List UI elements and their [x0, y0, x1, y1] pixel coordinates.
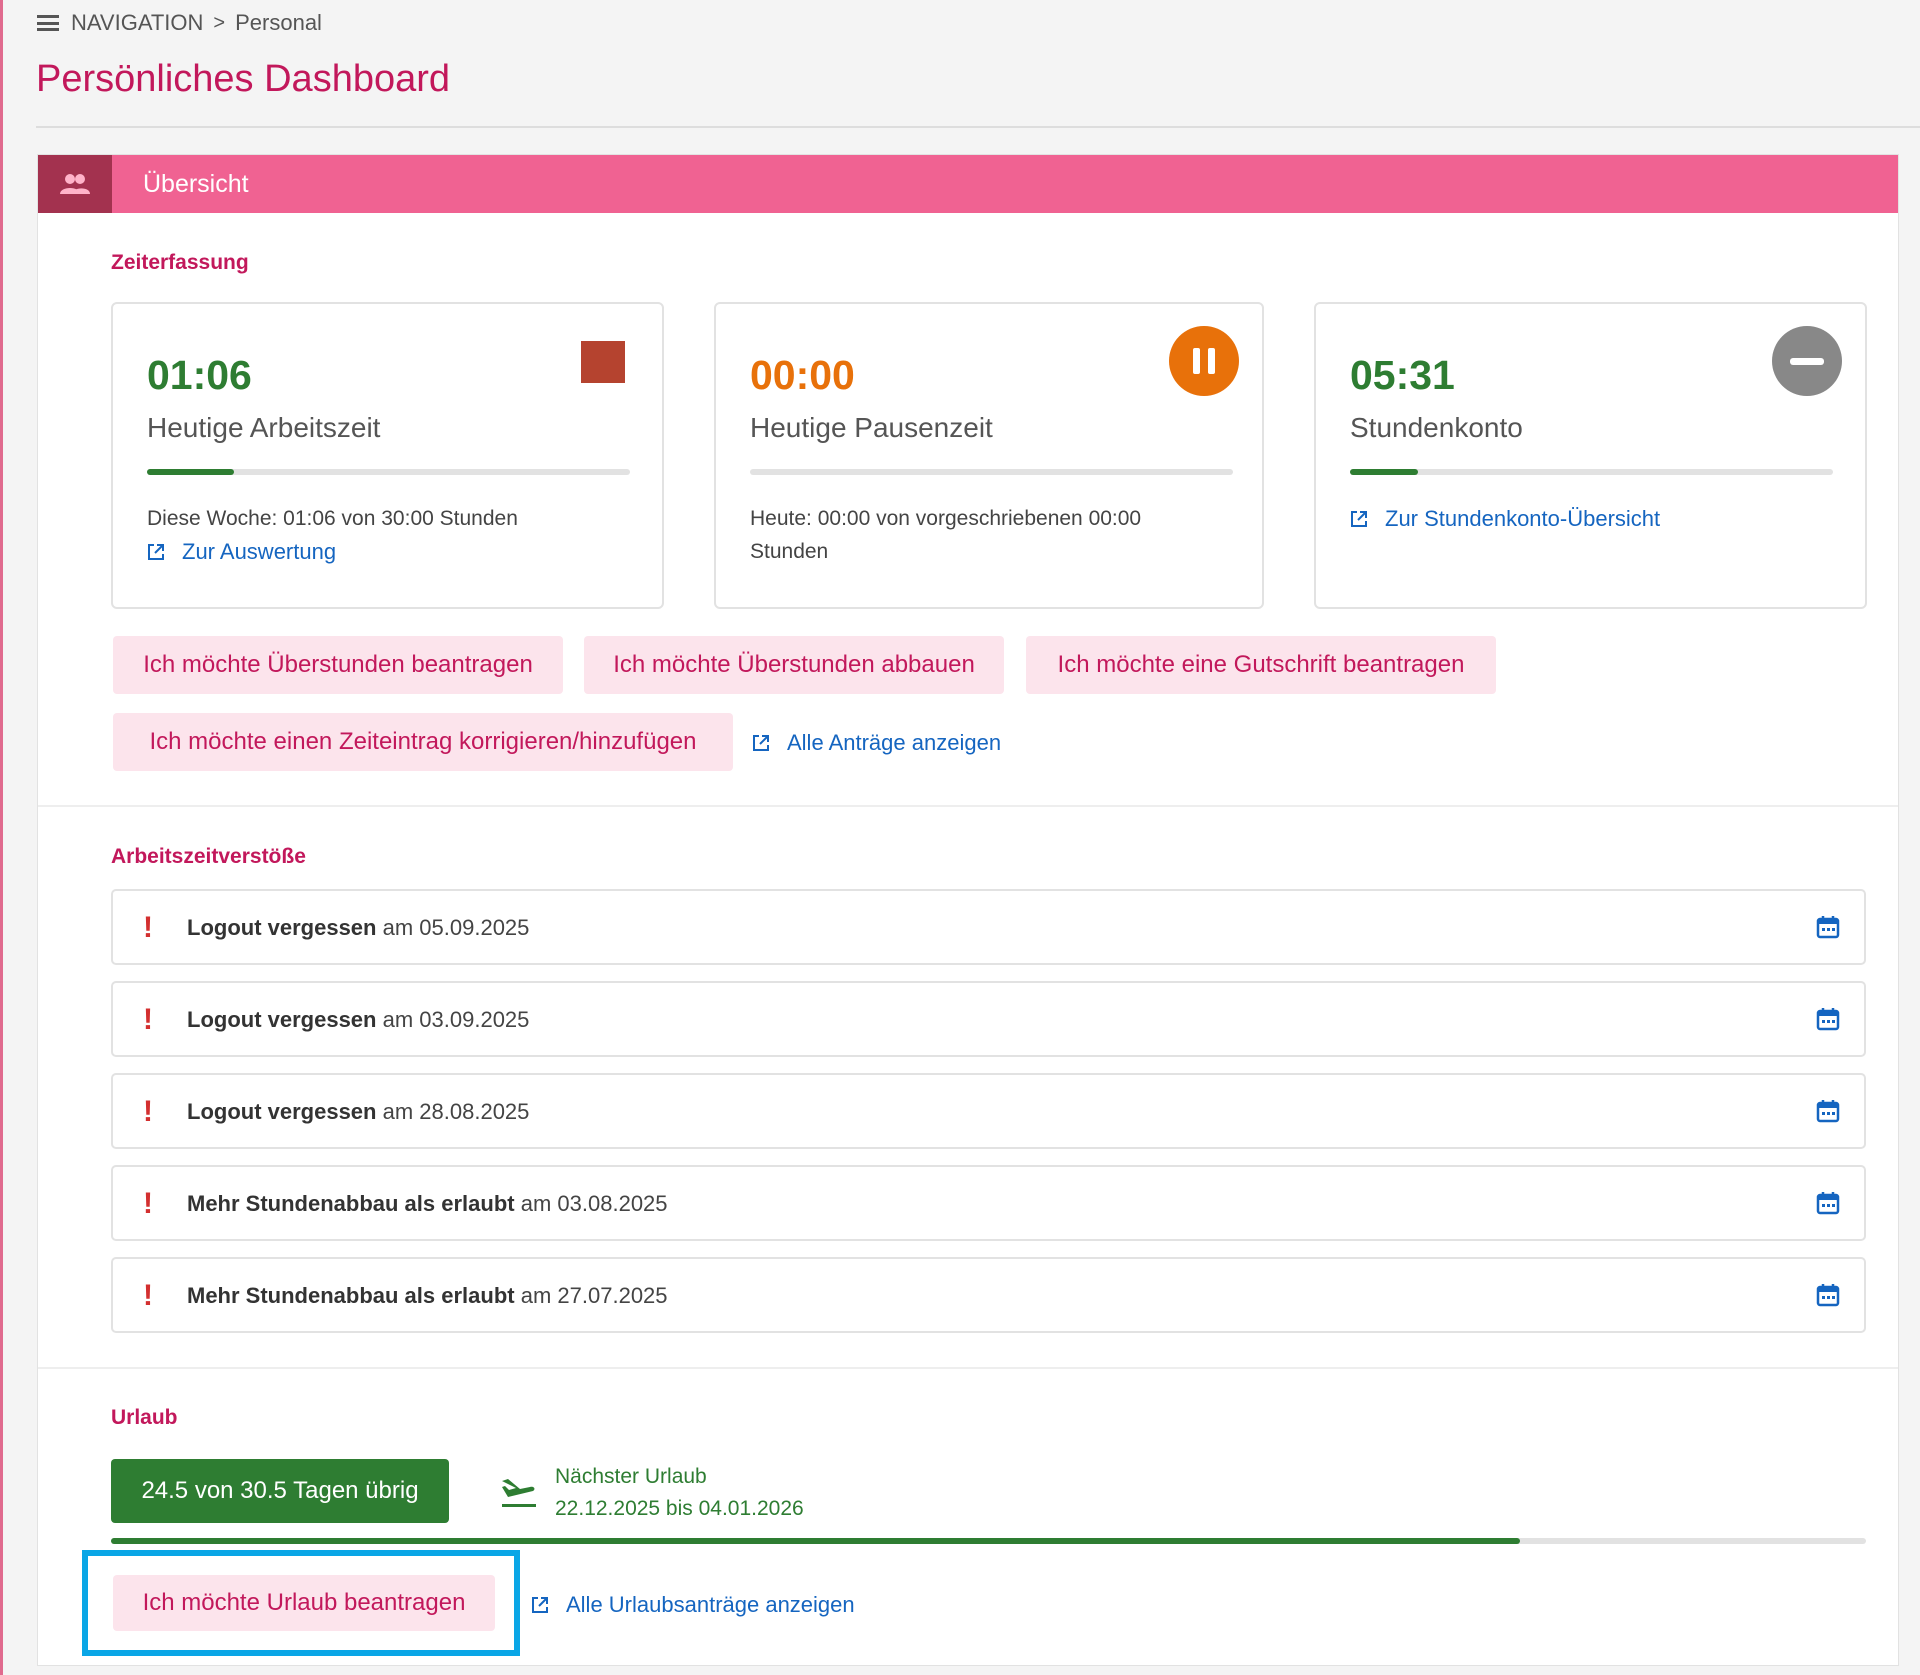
all-requests-label[interactable]: Alle Anträge anzeigen [787, 730, 1001, 756]
hour-account-value: 05:31 [1350, 352, 1455, 398]
section-violations: Arbeitszeitverstöße [111, 845, 306, 868]
calendar-icon[interactable] [1816, 1191, 1840, 1220]
break-time-title: Heutige Pausenzeit [750, 412, 993, 443]
violation-row[interactable]: ! Mehr Stundenabbau als erlaubt am 27.07… [111, 1257, 1866, 1333]
breadcrumb-current: Personal [235, 10, 322, 35]
hour-account-title: Stundenkonto [1350, 412, 1523, 443]
airplane-icon [500, 1475, 538, 1514]
violation-row[interactable]: ! Logout vergessen am 05.09.2025 [111, 889, 1866, 965]
all-requests-link[interactable]: Alle Anträge anzeigen [752, 730, 1001, 756]
calendar-icon[interactable] [1816, 915, 1840, 944]
overview-panel: Übersicht Zeiterfassung 01:06 Heutige Ar… [37, 154, 1899, 1666]
week-hours-text: Diese Woche: 01:06 von 30:00 Stunden [147, 507, 518, 530]
external-link-icon [752, 734, 770, 752]
break-time-value: 00:00 [750, 352, 855, 398]
hour-account-link-label[interactable]: Zur Stundenkonto-Übersicht [1385, 502, 1660, 535]
hour-account-card: 05:31 Stundenkonto Zur Stundenkonto-Über… [1314, 302, 1867, 609]
violation-row[interactable]: ! Logout vergessen am 03.09.2025 [111, 981, 1866, 1057]
next-vacation-label: Nächster Urlaub [555, 1465, 707, 1488]
violation-text: Mehr Stundenabbau als erlaubt am 03.08.2… [187, 1191, 668, 1216]
work-time-progress [147, 469, 630, 475]
external-link-icon [147, 543, 165, 561]
section-divider [38, 1367, 1898, 1369]
vacation-progress [111, 1538, 1866, 1544]
warning-icon: ! [143, 1003, 153, 1036]
calendar-icon[interactable] [1816, 1099, 1840, 1128]
panel-header: Übersicht [38, 155, 1898, 213]
calendar-icon[interactable] [1816, 1007, 1840, 1036]
hour-account-info: Zur Stundenkonto-Übersicht [1350, 502, 1850, 535]
left-accent-bar [0, 0, 3, 1675]
external-link-icon [1350, 510, 1368, 528]
break-time-card: 00:00 Heutige Pausenzeit Heute: 00:00 vo… [714, 302, 1264, 609]
menu-icon[interactable] [37, 15, 59, 31]
highlight-frame [82, 1550, 520, 1656]
next-vacation: Nächster Urlaub 22.12.2025 bis 04.01.202… [555, 1461, 804, 1525]
breadcrumb-separator: > [213, 11, 226, 34]
reduce-overtime-button[interactable]: Ich möchte Überstunden abbauen [584, 636, 1004, 694]
all-vacation-requests-label[interactable]: Alle Urlaubsanträge anzeigen [566, 1592, 855, 1618]
work-time-info: Diese Woche: 01:06 von 30:00 Stunden Zur… [147, 502, 647, 568]
violation-text: Logout vergessen am 03.09.2025 [187, 1007, 530, 1032]
violation-text: Logout vergessen am 28.08.2025 [187, 1099, 530, 1124]
request-credit-button[interactable]: Ich möchte eine Gutschrift beantragen [1026, 636, 1496, 694]
request-overtime-button[interactable]: Ich möchte Überstunden beantragen [113, 636, 563, 694]
pause-icon[interactable] [1169, 326, 1239, 396]
break-time-info: Heute: 00:00 von vorgeschriebenen 00:00 … [750, 507, 1142, 563]
correct-time-entry-button[interactable]: Ich möchte einen Zeiteintrag korrigieren… [113, 713, 733, 771]
violation-text: Logout vergessen am 05.09.2025 [187, 915, 530, 940]
all-vacation-requests-link[interactable]: Alle Urlaubsanträge anzeigen [531, 1592, 855, 1618]
external-link-icon [531, 1596, 549, 1614]
title-divider [36, 126, 1920, 128]
remaining-days-badge: 24.5 von 30.5 Tagen übrig [111, 1459, 449, 1523]
work-time-title: Heutige Arbeitszeit [147, 412, 381, 443]
minus-icon[interactable] [1772, 326, 1842, 396]
warning-icon: ! [143, 911, 153, 944]
work-time-card: 01:06 Heutige Arbeitszeit Diese Woche: 0… [111, 302, 664, 609]
next-vacation-range: 22.12.2025 bis 04.01.2026 [555, 1497, 804, 1520]
stop-icon[interactable] [581, 341, 625, 383]
hour-account-link[interactable]: Zur Stundenkonto-Übersicht [1350, 502, 1850, 535]
section-zeiterfassung: Zeiterfassung [111, 251, 249, 274]
panel-title: Übersicht [143, 169, 249, 198]
calendar-icon[interactable] [1816, 1283, 1840, 1312]
work-time-value: 01:06 [147, 352, 252, 398]
violation-row[interactable]: ! Logout vergessen am 28.08.2025 [111, 1073, 1866, 1149]
section-divider [38, 805, 1898, 807]
violation-row[interactable]: ! Mehr Stundenabbau als erlaubt am 03.08… [111, 1165, 1866, 1241]
breadcrumb-root[interactable]: NAVIGATION [71, 10, 203, 36]
evaluation-link[interactable]: Zur Auswertung [147, 535, 647, 568]
breadcrumb: NAVIGATION > Personal [37, 10, 322, 36]
evaluation-link-label[interactable]: Zur Auswertung [182, 535, 336, 568]
page-title: Persönliches Dashboard [36, 58, 451, 100]
break-time-progress [750, 469, 1233, 475]
hour-account-progress [1350, 469, 1833, 475]
warning-icon: ! [143, 1095, 153, 1128]
section-urlaub: Urlaub [111, 1406, 178, 1429]
violation-text: Mehr Stundenabbau als erlaubt am 27.07.2… [187, 1283, 668, 1308]
warning-icon: ! [143, 1187, 153, 1220]
warning-icon: ! [143, 1279, 153, 1312]
people-icon [38, 155, 112, 213]
